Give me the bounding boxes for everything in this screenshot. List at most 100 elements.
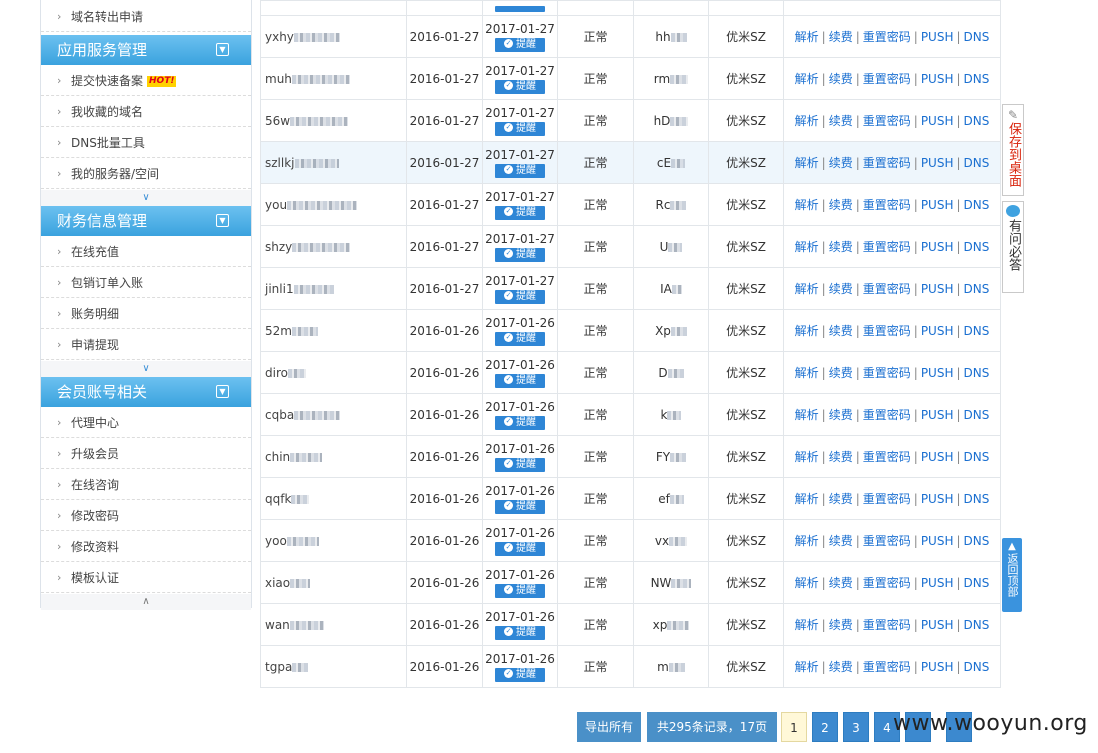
push-link[interactable]: PUSH <box>921 450 954 464</box>
collapse-icon[interactable]: ▼ <box>216 214 229 227</box>
back-to-top-button[interactable]: ▲ 返回顶部 <box>1002 538 1022 612</box>
reset-password-link[interactable]: 重置密码 <box>863 366 911 380</box>
resolve-link[interactable]: 解析 <box>795 114 819 128</box>
remind-button[interactable]: ✓ 提醒 <box>495 415 545 430</box>
remind-button[interactable]: ✓ 提醒 <box>495 373 545 388</box>
remind-button[interactable]: ✓ 提醒 <box>495 583 545 598</box>
sidebar-item-upgrade-member[interactable]: › 升级会员 <box>41 439 251 469</box>
resolve-link[interactable]: 解析 <box>795 30 819 44</box>
dns-link[interactable]: DNS <box>964 576 990 590</box>
renew-link[interactable]: 续费 <box>829 114 853 128</box>
sidebar-item-favorite-domains[interactable]: › 我收藏的域名 <box>41 97 251 127</box>
sidebar-item-my-servers[interactable]: › 我的服务器/空间 <box>41 159 251 189</box>
push-link[interactable]: PUSH <box>921 198 954 212</box>
resolve-link[interactable]: 解析 <box>795 450 819 464</box>
push-link[interactable]: PUSH <box>921 114 954 128</box>
resolve-link[interactable]: 解析 <box>795 198 819 212</box>
remind-button[interactable]: ✓ 提醒 <box>495 247 545 262</box>
sidebar-item-account-details[interactable]: › 账务明细 <box>41 299 251 329</box>
resolve-link[interactable]: 解析 <box>795 72 819 86</box>
save-to-desktop-button[interactable]: ✎ 保存到桌面 <box>1002 104 1024 196</box>
remind-button-partial[interactable] <box>495 6 545 12</box>
section-header-member-account[interactable]: 会员账号相关 ▼ <box>41 377 251 407</box>
sidebar-item-domain-transfer-out[interactable]: › 域名转出申请 <box>41 2 251 32</box>
push-link[interactable]: PUSH <box>921 324 954 338</box>
push-link[interactable]: PUSH <box>921 576 954 590</box>
renew-link[interactable]: 续费 <box>829 492 853 506</box>
renew-link[interactable]: 续费 <box>829 30 853 44</box>
remind-button[interactable]: ✓ 提醒 <box>495 37 545 52</box>
resolve-link[interactable]: 解析 <box>795 366 819 380</box>
renew-link[interactable]: 续费 <box>829 576 853 590</box>
resolve-link[interactable]: 解析 <box>795 282 819 296</box>
push-link[interactable]: PUSH <box>921 492 954 506</box>
faq-button[interactable]: 有问必答 <box>1002 201 1024 293</box>
remind-button[interactable]: ✓ 提醒 <box>495 457 545 472</box>
resolve-link[interactable]: 解析 <box>795 618 819 632</box>
remind-button[interactable]: ✓ 提醒 <box>495 625 545 640</box>
reset-password-link[interactable]: 重置密码 <box>863 282 911 296</box>
sidebar-item-online-recharge[interactable]: › 在线充值 <box>41 237 251 267</box>
dns-link[interactable]: DNS <box>964 30 990 44</box>
reset-password-link[interactable]: 重置密码 <box>863 240 911 254</box>
remind-button[interactable]: ✓ 提醒 <box>495 289 545 304</box>
remind-button[interactable]: ✓ 提醒 <box>495 331 545 346</box>
dns-link[interactable]: DNS <box>964 366 990 380</box>
sidebar-item-withdraw[interactable]: › 申请提现 <box>41 330 251 360</box>
reset-password-link[interactable]: 重置密码 <box>863 72 911 86</box>
resolve-link[interactable]: 解析 <box>795 324 819 338</box>
remind-button[interactable]: ✓ 提醒 <box>495 205 545 220</box>
sidebar-item-dns-batch-tool[interactable]: › DNS批量工具 <box>41 128 251 158</box>
renew-link[interactable]: 续费 <box>829 198 853 212</box>
remind-button[interactable]: ✓ 提醒 <box>495 121 545 136</box>
collapse-icon[interactable]: ▼ <box>216 43 229 56</box>
push-link[interactable]: PUSH <box>921 366 954 380</box>
sidebar-item-order-entry[interactable]: › 包销订单入账 <box>41 268 251 298</box>
reset-password-link[interactable]: 重置密码 <box>863 576 911 590</box>
dns-link[interactable]: DNS <box>964 408 990 422</box>
resolve-link[interactable]: 解析 <box>795 660 819 674</box>
expand-more-icon[interactable]: ∨ <box>41 361 251 377</box>
resolve-link[interactable]: 解析 <box>795 492 819 506</box>
push-link[interactable]: PUSH <box>921 534 954 548</box>
sidebar-item-quick-filing[interactable]: › 提交快速备案 HOT! <box>41 66 251 96</box>
push-link[interactable]: PUSH <box>921 660 954 674</box>
dns-link[interactable]: DNS <box>964 198 990 212</box>
section-header-app-services[interactable]: 应用服务管理 ▼ <box>41 35 251 65</box>
remind-button[interactable]: ✓ 提醒 <box>495 667 545 682</box>
renew-link[interactable]: 续费 <box>829 282 853 296</box>
sidebar-item-online-consult[interactable]: › 在线咨询 <box>41 470 251 500</box>
remind-button[interactable]: ✓ 提醒 <box>495 541 545 556</box>
page-3-button[interactable]: 3 <box>843 712 869 742</box>
push-link[interactable]: PUSH <box>921 618 954 632</box>
sidebar-item-edit-profile[interactable]: › 修改资料 <box>41 532 251 562</box>
sidebar-item-change-password[interactable]: › 修改密码 <box>41 501 251 531</box>
resolve-link[interactable]: 解析 <box>795 240 819 254</box>
dns-link[interactable]: DNS <box>964 450 990 464</box>
dns-link[interactable]: DNS <box>964 660 990 674</box>
renew-link[interactable]: 续费 <box>829 324 853 338</box>
push-link[interactable]: PUSH <box>921 30 954 44</box>
dns-link[interactable]: DNS <box>964 114 990 128</box>
renew-link[interactable]: 续费 <box>829 660 853 674</box>
push-link[interactable]: PUSH <box>921 240 954 254</box>
remind-button[interactable]: ✓ 提醒 <box>495 499 545 514</box>
dns-link[interactable]: DNS <box>964 618 990 632</box>
resolve-link[interactable]: 解析 <box>795 156 819 170</box>
reset-password-link[interactable]: 重置密码 <box>863 660 911 674</box>
renew-link[interactable]: 续费 <box>829 618 853 632</box>
push-link[interactable]: PUSH <box>921 408 954 422</box>
reset-password-link[interactable]: 重置密码 <box>863 324 911 338</box>
reset-password-link[interactable]: 重置密码 <box>863 30 911 44</box>
sidebar-item-agent-center[interactable]: › 代理中心 <box>41 408 251 438</box>
resolve-link[interactable]: 解析 <box>795 576 819 590</box>
collapse-icon[interactable]: ▼ <box>216 385 229 398</box>
dns-link[interactable]: DNS <box>964 156 990 170</box>
renew-link[interactable]: 续费 <box>829 450 853 464</box>
reset-password-link[interactable]: 重置密码 <box>863 408 911 422</box>
reset-password-link[interactable]: 重置密码 <box>863 198 911 212</box>
dns-link[interactable]: DNS <box>964 492 990 506</box>
renew-link[interactable]: 续费 <box>829 240 853 254</box>
reset-password-link[interactable]: 重置密码 <box>863 492 911 506</box>
dns-link[interactable]: DNS <box>964 72 990 86</box>
